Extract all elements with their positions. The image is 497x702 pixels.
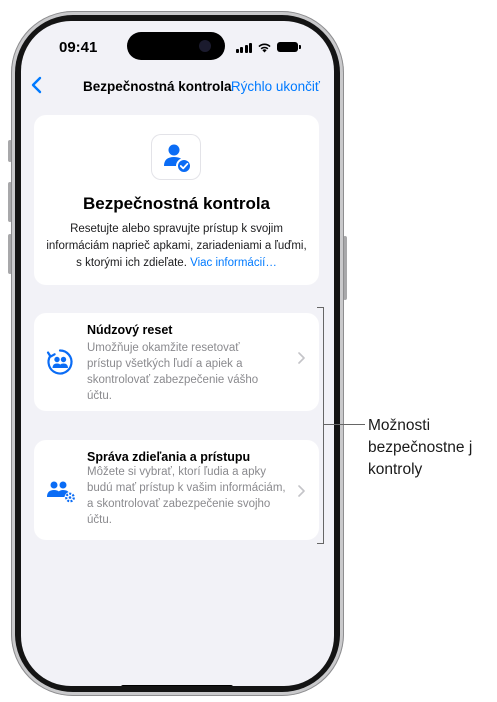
chevron-right-icon xyxy=(298,351,305,368)
sharing-access-icon xyxy=(46,479,76,507)
nav-title: Bezpečnostná kontrola xyxy=(83,79,232,94)
callout-leader-line xyxy=(323,424,365,425)
battery-icon xyxy=(277,42,301,52)
dynamic-island xyxy=(127,32,225,60)
cellular-signal-icon xyxy=(235,42,252,53)
header-description: Resetujte alebo spravujte prístup k svoj… xyxy=(44,221,309,272)
option-title: Správa zdieľania a prístupu xyxy=(87,450,251,464)
option-title: Núdzový reset xyxy=(87,323,173,337)
chevron-left-icon xyxy=(31,76,42,94)
header-card: Bezpečnostná kontrola Resetujte alebo sp… xyxy=(34,115,319,285)
option-description: Umožňuje okamžite resetovať prístup všet… xyxy=(87,342,259,402)
person-checkmark-icon xyxy=(152,135,200,179)
camera-icon xyxy=(199,40,211,52)
header-title: Bezpečnostná kontrola xyxy=(82,194,271,213)
phone-screen: 09:41 Bezpečnostná kontrola Rýchlo ukonč… xyxy=(21,21,334,686)
emergency-reset-icon xyxy=(46,348,74,376)
option-description: Môžete si vybrať, ktorí ľudia a apky bud… xyxy=(87,466,286,526)
wifi-icon xyxy=(258,43,271,52)
back-button[interactable] xyxy=(31,76,42,97)
quick-exit-button[interactable]: Rýchlo ukončiť xyxy=(231,79,320,94)
status-time: 09:41 xyxy=(59,39,98,56)
callout-label: Možnosti bezpečnostne j kontroly xyxy=(368,417,473,478)
option-sharing-access[interactable]: Správa zdieľania a prístupu Môžete si vy… xyxy=(34,440,319,540)
callout-bracket xyxy=(317,307,324,544)
chevron-right-icon xyxy=(298,484,305,501)
option-emergency-reset[interactable]: Núdzový reset Umožňuje okamžite resetova… xyxy=(34,313,319,411)
status-icons xyxy=(235,41,301,53)
home-indicator xyxy=(121,685,233,686)
learn-more-link[interactable]: Viac informácií… xyxy=(190,257,277,269)
